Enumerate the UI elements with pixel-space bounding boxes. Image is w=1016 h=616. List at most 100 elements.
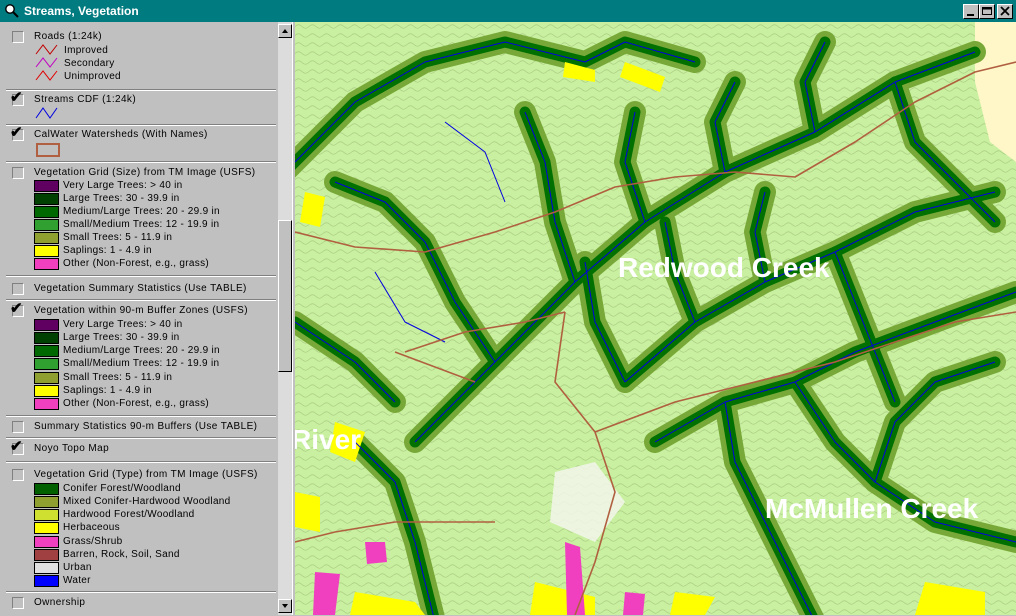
- legend-separator: [6, 275, 276, 277]
- veg-buffer-label-3: Small/Medium Trees: 12 - 19.9 in: [63, 358, 220, 369]
- ownership-layer-title[interactable]: Ownership: [34, 597, 85, 608]
- veg-size-swatch-3: [34, 219, 59, 231]
- legend-separator: [6, 299, 276, 301]
- legend-scrollbar[interactable]: [278, 22, 292, 615]
- veg-type-swatch-7: [34, 575, 59, 587]
- scroll-thumb[interactable]: [278, 220, 292, 372]
- map-svg: Redwood Creek River McMullen Creek: [295, 22, 1016, 615]
- veg-buffer-checkmark: ✔: [10, 300, 23, 317]
- roads-line-symbols: [35, 44, 58, 81]
- legend-separator: [6, 591, 276, 593]
- veg-type-swatch-6: [34, 562, 59, 574]
- veg-buffer-swatch-3: [34, 358, 59, 370]
- arrow-up-icon: [282, 29, 288, 33]
- summary-buffers-layer-title[interactable]: Summary Statistics 90-m Buffers (Use TAB…: [34, 421, 257, 432]
- veg-type-swatch-0: [34, 483, 59, 495]
- veg-buffer-label-2: Medium/Large Trees: 20 - 29.9 in: [63, 345, 220, 356]
- veg-type-label-2: Hardwood Forest/Woodland: [63, 509, 195, 520]
- veg-buffer-label-4: Small Trees: 5 - 11.9 in: [63, 372, 173, 383]
- veg-type-label-3: Herbaceous: [63, 522, 120, 533]
- veg-type-swatch-3: [34, 522, 59, 534]
- veg-size-layer-title[interactable]: Vegetation Grid (Size) from TM Image (US…: [34, 167, 256, 178]
- veg-size-swatch-2: [34, 206, 59, 218]
- veg-summary-layer-title[interactable]: Vegetation Summary Statistics (Use TABLE…: [34, 283, 247, 294]
- minimize-button[interactable]: [963, 4, 979, 19]
- roads-secondary-label: Secondary: [64, 58, 115, 69]
- veg-size-label-1: Large Trees: 30 - 39.9 in: [63, 193, 180, 204]
- veg-size-label-2: Medium/Large Trees: 20 - 29.9 in: [63, 206, 220, 217]
- veg-size-swatch-1: [34, 193, 59, 205]
- magnifier-app-icon: [5, 4, 19, 18]
- veg-buffer-label-5: Saplings: 1 - 4.9 in: [63, 385, 152, 396]
- window-titlebar[interactable]: Streams, Vegetation: [0, 0, 1016, 22]
- veg-size-label-6: Other (Non-Forest, e.g., grass): [63, 258, 210, 269]
- calwater-polygon-symbol: [36, 143, 60, 157]
- noyo-topo-layer-title[interactable]: Noyo Topo Map: [34, 443, 109, 454]
- veg-type-label-6: Urban: [63, 562, 92, 573]
- ownership-checkbox[interactable]: [12, 597, 24, 609]
- veg-size-swatch-6: [34, 258, 59, 270]
- veg-type-label-4: Grass/Shrub: [63, 536, 123, 547]
- veg-type-checkbox[interactable]: [12, 469, 24, 481]
- roads-checkbox[interactable]: [12, 31, 24, 43]
- roads-improved-label: Improved: [64, 45, 109, 56]
- streams-checkmark: ✔: [10, 89, 23, 106]
- arrow-down-icon: [282, 604, 288, 608]
- legend-separator: [6, 437, 276, 439]
- legend-separator: [6, 124, 276, 126]
- veg-buffer-swatch-4: [34, 372, 59, 384]
- veg-type-label-1: Mixed Conifer-Hardwood Woodland: [63, 496, 231, 507]
- veg-buffer-swatch-5: [34, 385, 59, 397]
- noyo-topo-checkmark: ✔: [10, 438, 23, 455]
- veg-size-swatch-5: [34, 245, 59, 257]
- legend-separator: [6, 415, 276, 417]
- veg-size-swatch-4: [34, 232, 59, 244]
- veg-type-label-0: Conifer Forest/Woodland: [63, 483, 181, 494]
- scroll-down-button[interactable]: [278, 599, 292, 613]
- roads-layer-title[interactable]: Roads (1:24k): [34, 31, 102, 42]
- maximize-button[interactable]: [979, 4, 995, 19]
- veg-size-swatch-0: [34, 180, 59, 192]
- veg-buffer-label-0: Very Large Trees: > 40 in: [63, 319, 183, 330]
- legend-separator: [6, 161, 276, 163]
- calwater-layer-title[interactable]: CalWater Watersheds (With Names): [34, 129, 208, 140]
- veg-type-layer-title[interactable]: Vegetation Grid (Type) from TM Image (US…: [34, 469, 258, 480]
- veg-type-swatch-4: [34, 536, 59, 548]
- calwater-checkmark: ✔: [10, 124, 23, 141]
- legend-panel: Roads (1:24k) Improved Secondary Unimpro…: [0, 22, 278, 615]
- legend-separator: [6, 461, 276, 463]
- maximize-icon: [982, 7, 992, 15]
- mcmullen-creek-map-label: McMullen Creek: [765, 493, 979, 524]
- veg-type-label-7: Water: [63, 575, 91, 586]
- map-canvas[interactable]: Redwood Creek River McMullen Creek: [295, 22, 1016, 615]
- streams-line-symbol: [35, 107, 58, 119]
- veg-type-swatch-5: [34, 549, 59, 561]
- veg-buffer-swatch-1: [34, 332, 59, 344]
- veg-buffer-swatch-6: [34, 398, 59, 410]
- river-map-label: River: [295, 424, 361, 455]
- veg-summary-checkbox[interactable]: [12, 283, 24, 295]
- roads-unimproved-label: Unimproved: [64, 71, 121, 82]
- veg-buffer-swatch-2: [34, 345, 59, 357]
- veg-type-swatch-1: [34, 496, 59, 508]
- redwood-creek-map-label: Redwood Creek: [618, 252, 830, 283]
- veg-size-label-0: Very Large Trees: > 40 in: [63, 180, 183, 191]
- veg-buffer-layer-title[interactable]: Vegetation within 90-m Buffer Zones (USF…: [34, 305, 248, 316]
- veg-size-label-5: Saplings: 1 - 4.9 in: [63, 245, 152, 256]
- window-title: Streams, Vegetation: [24, 4, 139, 18]
- legend-separator: [6, 89, 276, 91]
- scroll-up-button[interactable]: [278, 24, 292, 38]
- summary-buffers-checkbox[interactable]: [12, 421, 24, 433]
- veg-size-label-4: Small Trees: 5 - 11.9 in: [63, 232, 173, 243]
- veg-type-swatch-2: [34, 509, 59, 521]
- close-button[interactable]: [997, 4, 1013, 19]
- close-icon: [1000, 6, 1010, 16]
- minimize-icon: [967, 14, 974, 16]
- veg-buffer-label-6: Other (Non-Forest, e.g., grass): [63, 398, 210, 409]
- veg-buffer-swatch-0: [34, 319, 59, 331]
- veg-size-label-3: Small/Medium Trees: 12 - 19.9 in: [63, 219, 220, 230]
- veg-size-checkbox[interactable]: [12, 167, 24, 179]
- streams-layer-title[interactable]: Streams CDF (1:24k): [34, 94, 136, 105]
- veg-buffer-label-1: Large Trees: 30 - 39.9 in: [63, 332, 180, 343]
- veg-type-label-5: Barren, Rock, Soil, Sand: [63, 549, 180, 560]
